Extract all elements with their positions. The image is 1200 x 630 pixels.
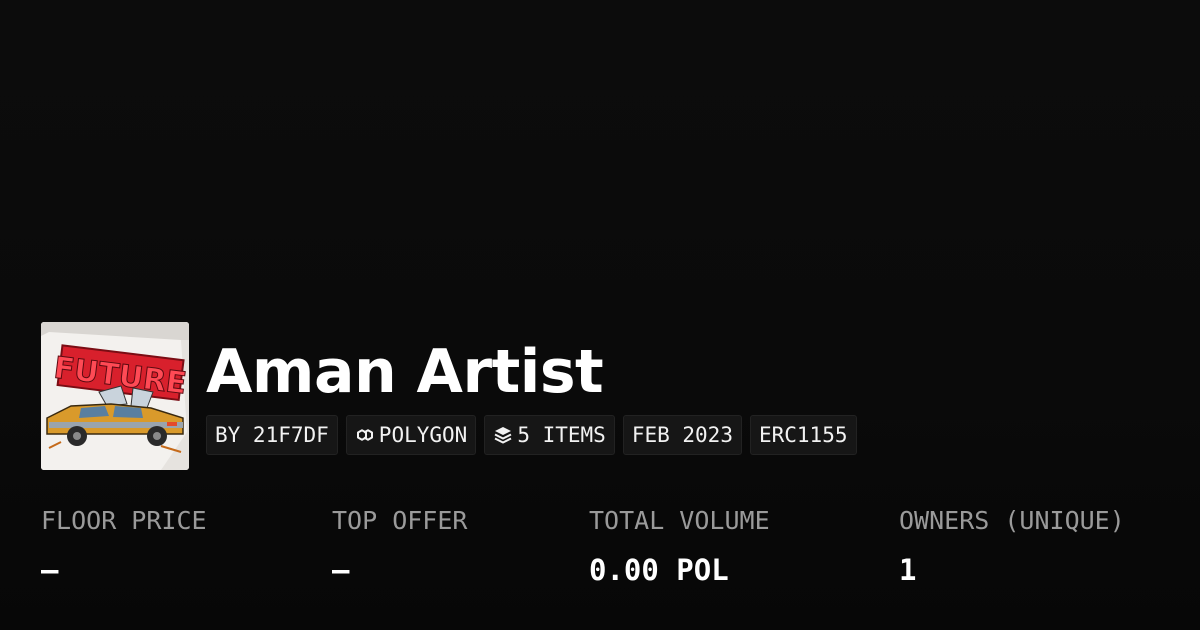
artwork-future-car-image: FUTURE bbox=[41, 322, 189, 470]
date-chip-label: FEB 2023 bbox=[631, 423, 733, 447]
stat-label: FLOOR PRICE bbox=[41, 506, 207, 535]
collection-meta-chips: BY 21F7DF POLYGON 5 ITEMS FEB 2023 ERC11… bbox=[206, 415, 857, 455]
items-chip-label: 5 ITEMS bbox=[517, 423, 606, 447]
stat-value: 1 bbox=[899, 553, 917, 587]
collection-title: Aman Artist bbox=[206, 337, 604, 407]
collection-avatar[interactable]: FUTURE bbox=[41, 322, 189, 470]
stat-top-offer: TOP OFFER – bbox=[332, 500, 467, 598]
chain-chip: POLYGON bbox=[345, 415, 477, 455]
token-standard-chip: ERC1155 bbox=[749, 415, 857, 455]
stat-owners: OWNERS (UNIQUE) 1 bbox=[899, 500, 1125, 598]
stat-label: TOP OFFER bbox=[332, 506, 468, 535]
items-chip: 5 ITEMS bbox=[484, 415, 615, 455]
token-standard-chip-label: ERC1155 bbox=[758, 423, 848, 447]
chain-chip-label: POLYGON bbox=[378, 423, 468, 447]
stat-value: – bbox=[332, 553, 350, 587]
creator-chip[interactable]: BY 21F7DF bbox=[206, 415, 338, 455]
stat-total-volume: TOTAL VOLUME 0.00 POL bbox=[589, 500, 770, 598]
creator-chip-label: BY 21F7DF bbox=[215, 423, 329, 447]
stat-floor-price: FLOOR PRICE – bbox=[41, 500, 207, 598]
stat-value: 0.00 POL bbox=[589, 553, 729, 587]
polygon-icon bbox=[356, 429, 373, 441]
stat-value: – bbox=[41, 553, 59, 587]
stat-label: OWNERS (UNIQUE) bbox=[899, 506, 1125, 535]
stat-label: TOTAL VOLUME bbox=[589, 506, 770, 535]
layers-icon bbox=[494, 427, 512, 444]
date-chip: FEB 2023 bbox=[622, 415, 742, 455]
collection-banner bbox=[0, 0, 1200, 320]
